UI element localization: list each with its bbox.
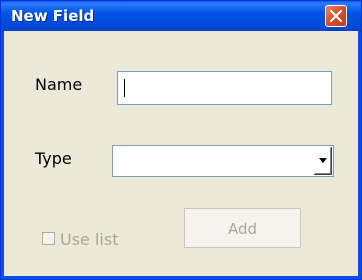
name-label: Name xyxy=(35,75,83,94)
dialog-body: Name Type Use list Add xyxy=(4,31,358,276)
type-select[interactable] xyxy=(112,145,334,177)
add-button[interactable]: Add xyxy=(184,208,301,248)
chevron-down-icon xyxy=(319,158,327,163)
type-dropdown-button[interactable] xyxy=(313,147,332,175)
dialog-title: New Field xyxy=(11,7,95,25)
close-button[interactable] xyxy=(325,5,347,27)
use-list-label: Use list xyxy=(60,230,119,249)
title-bar[interactable]: New Field xyxy=(1,1,361,31)
name-field[interactable] xyxy=(117,71,332,105)
type-label: Type xyxy=(35,149,72,168)
use-list-checkbox[interactable] xyxy=(42,232,55,245)
new-field-dialog: New Field Name Type Use list Add xyxy=(0,0,362,280)
text-caret xyxy=(124,79,125,97)
close-icon xyxy=(330,10,342,22)
